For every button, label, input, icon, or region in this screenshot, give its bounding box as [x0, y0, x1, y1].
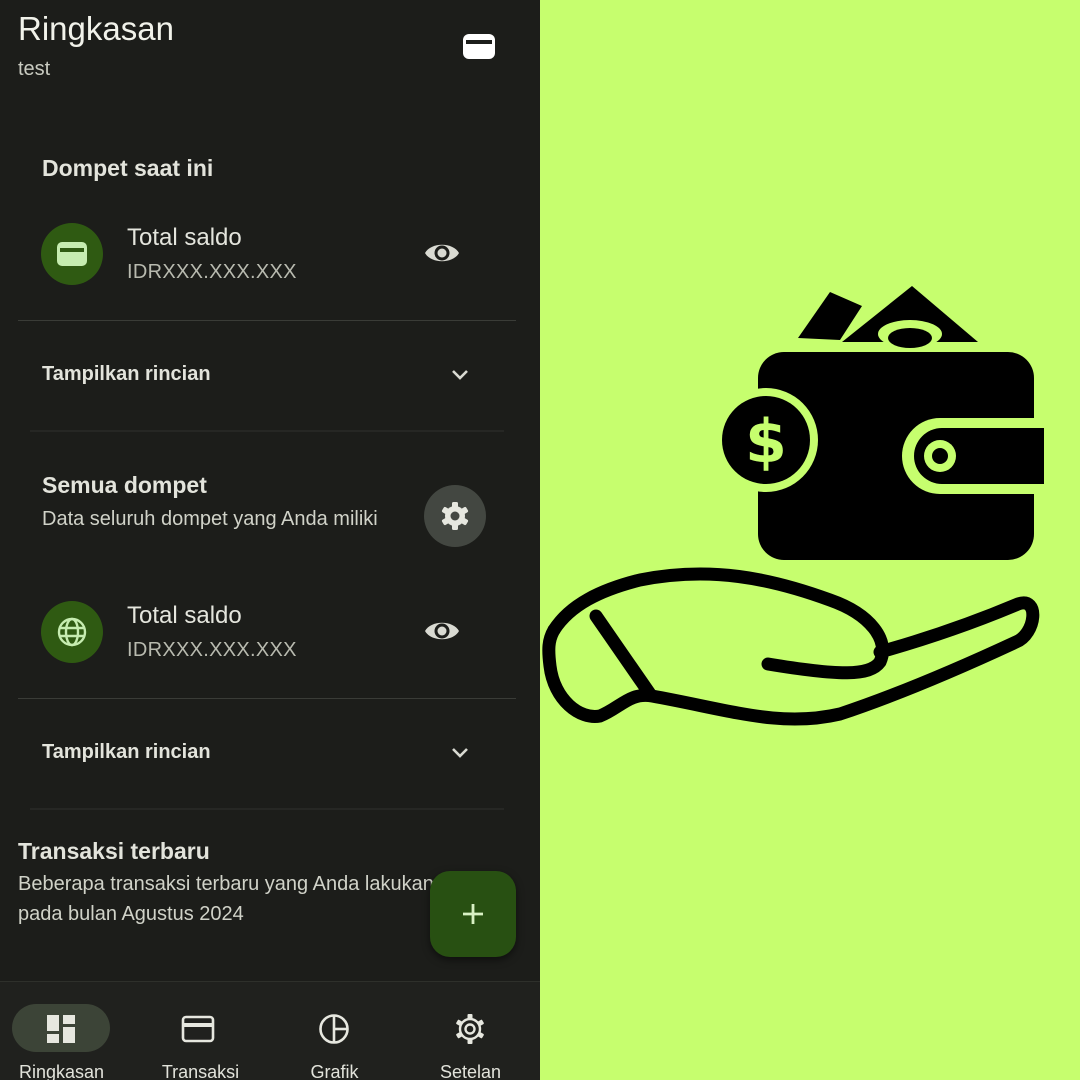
app-screen: Ringkasan test Dompet saat ini Total sal… [0, 0, 540, 1080]
nav-label: Transaksi [161, 1062, 240, 1080]
globe-icon [57, 617, 87, 647]
nav-label: Setelan [439, 1062, 502, 1080]
current-wallet-details-toggle[interactable]: Tampilkan rincian [18, 321, 516, 429]
current-wallet-title: Dompet saat ini [42, 155, 214, 181]
card-edge [30, 430, 504, 432]
current-wallet-row-title: Total saldo [127, 224, 242, 251]
all-wallets-title: Semua dompet [42, 472, 207, 498]
nav-label: Grafik [310, 1062, 359, 1080]
gear-icon [456, 1014, 484, 1044]
chevron-down-icon [452, 370, 468, 380]
wallet-icon[interactable] [458, 30, 500, 62]
wallet-avatar [41, 223, 103, 285]
all-wallets-description: Data seluruh dompet yang Anda miliki [42, 508, 378, 530]
nav-label: Ringkasan [18, 1062, 105, 1080]
recent-transactions-description: Beberapa transaksi terbaru yang Anda lak… [18, 873, 434, 925]
svg-text:$: $ [745, 407, 787, 477]
wallet-icon [57, 242, 87, 266]
all-wallets-balance: IDRXXX.XXX.XXX [127, 639, 297, 661]
nav-item-setelan[interactable]: Setelan [405, 982, 540, 1080]
illustration-panel: $ [540, 0, 1080, 1080]
current-wallet-balance: IDRXXX.XXX.XXX [127, 261, 297, 283]
add-transaction-button[interactable] [430, 871, 516, 957]
card-edge [30, 808, 504, 810]
recent-transactions-title: Transaksi terbaru [18, 838, 210, 864]
bottom-navigation: Ringkasan Transaksi Grafik Setelan [0, 981, 540, 1080]
eye-icon[interactable] [423, 612, 461, 650]
gear-icon [441, 502, 469, 530]
nav-item-grafik[interactable]: Grafik [270, 982, 405, 1080]
wallet-in-hand-illustration: $ [542, 286, 1044, 726]
wallet-settings-button[interactable] [424, 485, 486, 547]
all-wallets-details-toggle[interactable]: Tampilkan rincian [18, 699, 516, 807]
nav-item-ringkasan[interactable]: Ringkasan [0, 982, 135, 1080]
credit-card-icon [181, 1015, 215, 1043]
plus-icon [463, 904, 483, 924]
dashboard-icon [47, 1015, 75, 1043]
details-label: Tampilkan rincian [42, 363, 211, 385]
page-title: Ringkasan [18, 10, 174, 47]
pie-chart-icon [319, 1014, 349, 1044]
nav-item-transaksi[interactable]: Transaksi [135, 982, 270, 1080]
globe-avatar [41, 601, 103, 663]
details-label: Tampilkan rincian [42, 741, 211, 763]
all-wallets-row-title: Total saldo [127, 602, 242, 629]
eye-icon[interactable] [423, 234, 461, 272]
chevron-down-icon [452, 748, 468, 758]
page-subtitle: test [18, 58, 51, 80]
